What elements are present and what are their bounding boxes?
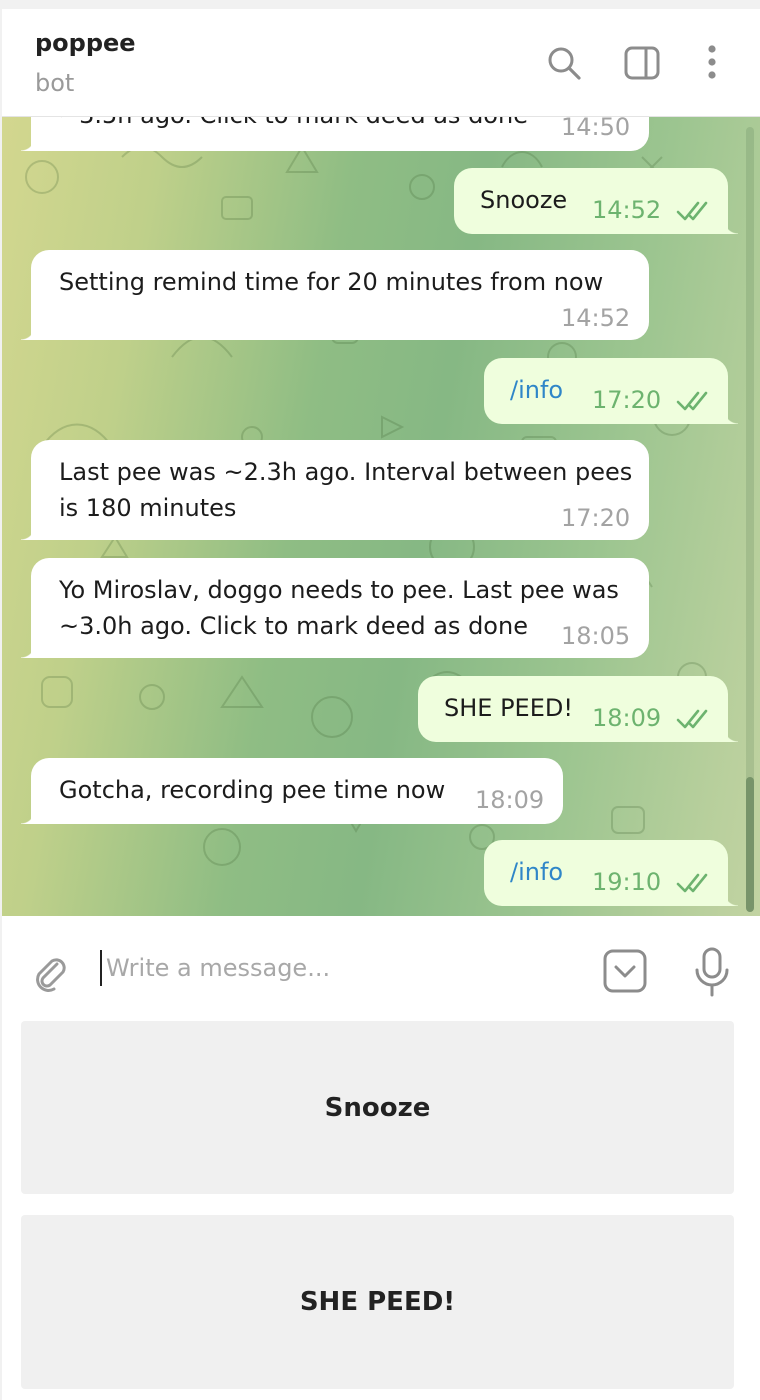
text-cursor <box>100 950 102 986</box>
message-outgoing[interactable]: SHE PEED! 18:09 <box>418 676 738 742</box>
message-time: 18:09 <box>592 704 662 732</box>
message-outgoing[interactable]: /info 17:20 <box>484 358 738 424</box>
reply-keyboard-button-snooze[interactable]: Snooze <box>21 1021 734 1194</box>
search-icon[interactable] <box>544 43 584 83</box>
chat-header[interactable]: poppee bot <box>2 9 760 117</box>
microphone-icon[interactable] <box>692 946 732 998</box>
message-text-line: is 180 minutes <box>59 494 237 522</box>
read-receipt-icon <box>676 201 708 221</box>
read-receipt-icon <box>676 391 708 411</box>
message-outgoing[interactable]: /info 19:10 <box>484 840 738 906</box>
message-composer <box>2 916 760 1020</box>
message-outgoing[interactable]: Snooze 14:52 <box>454 168 738 234</box>
bot-command-link[interactable]: /info <box>510 372 563 408</box>
message-text: Gotcha, recording pee time now <box>59 776 446 804</box>
reply-keyboard-button-she-peed[interactable]: SHE PEED! <box>21 1215 734 1389</box>
bot-command-link[interactable]: /info <box>510 854 563 890</box>
message-time: 14:52 <box>561 304 631 332</box>
message-time: 19:10 <box>592 868 662 896</box>
message-list[interactable]: ~3.5h ago. Click to mark deed as done 14… <box>2 117 760 916</box>
message-time: 18:09 <box>475 786 545 814</box>
message-incoming[interactable]: ~3.5h ago. Click to mark deed as done 14… <box>21 117 649 151</box>
message-text: SHE PEED! <box>444 694 573 722</box>
attach-icon[interactable] <box>30 952 70 992</box>
message-time: 14:52 <box>592 196 662 224</box>
message-incoming[interactable]: Gotcha, recording pee time now 18:09 <box>21 758 563 824</box>
chat-title[interactable]: poppee <box>35 29 136 57</box>
read-receipt-icon <box>676 709 708 729</box>
message-text-line: ~3.0h ago. Click to mark deed as done <box>59 612 528 640</box>
message-text: Snooze <box>480 186 568 214</box>
scrollbar-thumb[interactable] <box>746 777 754 912</box>
read-receipt-icon <box>676 873 708 893</box>
message-incoming[interactable]: Last pee was ~2.3h ago. Interval between… <box>21 440 649 540</box>
message-time: 17:20 <box>561 504 631 532</box>
message-time: 14:50 <box>561 117 631 141</box>
telegram-chat-window: poppee bot 14:50 Snooze 14:52 Setting re… <box>2 9 760 1400</box>
message-incoming[interactable]: Yo Miroslav, doggo needs to pee. Last pe… <box>21 558 649 658</box>
message-text: Setting remind time for 20 minutes from … <box>59 268 604 296</box>
message-time: 17:20 <box>592 386 662 414</box>
bot-keyboard-toggle-icon[interactable] <box>602 948 648 994</box>
message-text-line: Yo Miroslav, doggo needs to pee. Last pe… <box>59 576 619 604</box>
sidebar-toggle-icon[interactable] <box>622 43 662 83</box>
message-input[interactable] <box>106 946 566 990</box>
chat-subtitle: bot <box>35 69 75 97</box>
message-text: ~3.5h ago. Click to mark deed as done <box>59 117 528 133</box>
message-incoming[interactable]: Setting remind time for 20 minutes from … <box>21 250 649 340</box>
more-menu-icon[interactable] <box>692 43 732 83</box>
message-text-line: Last pee was ~2.3h ago. Interval between… <box>59 458 633 486</box>
message-time: 18:05 <box>561 622 631 650</box>
